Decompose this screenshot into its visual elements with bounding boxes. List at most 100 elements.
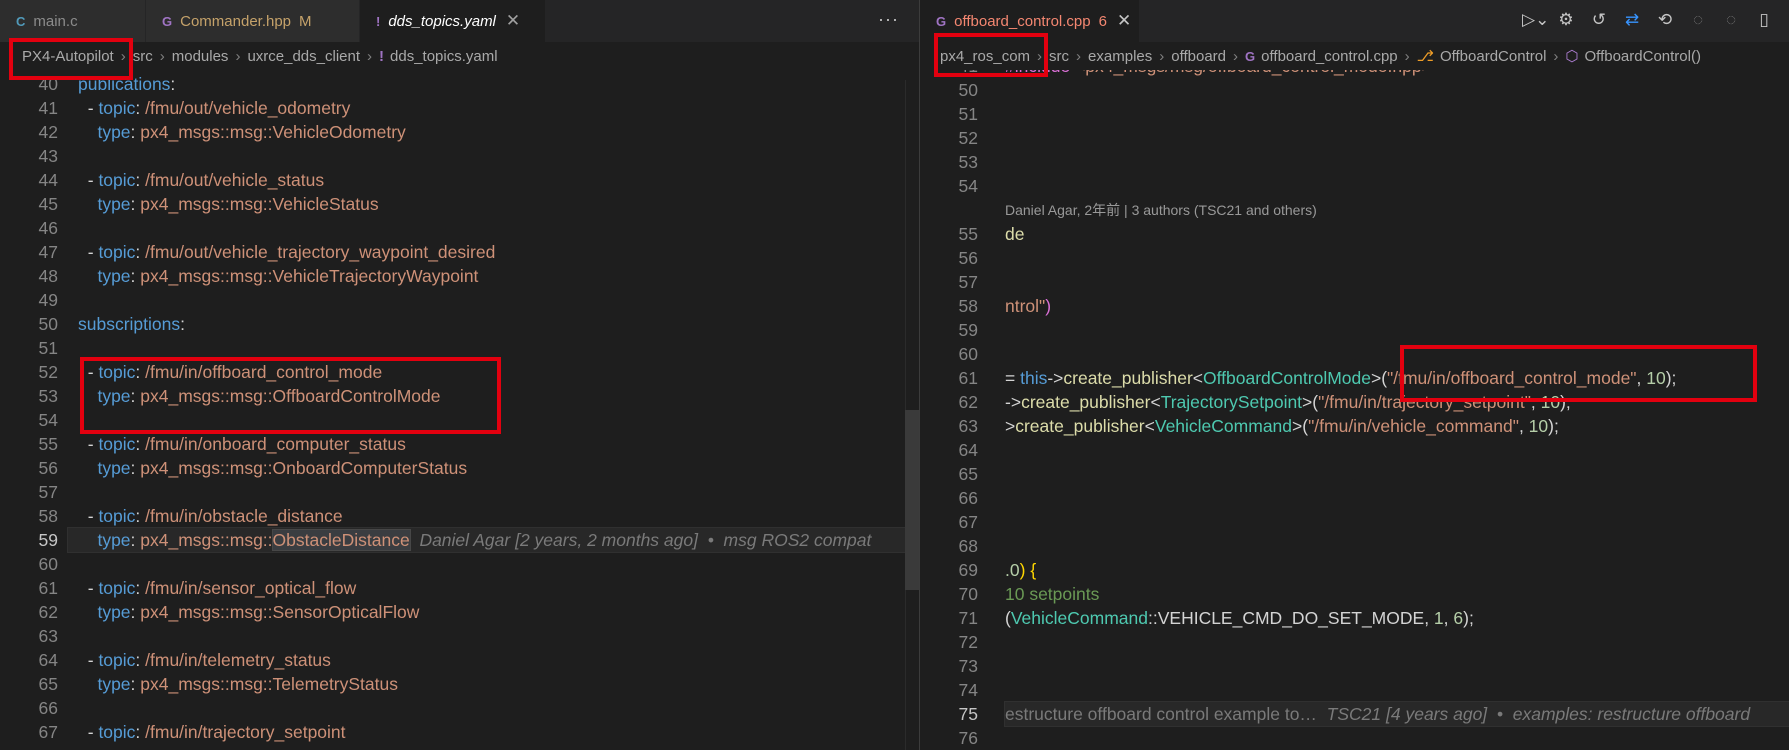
code-line[interactable]: type: px4_msgs::msg::VehicleStatus <box>78 192 919 216</box>
chevron-right-icon: › <box>1553 47 1559 65</box>
code-line[interactable]: - topic: /fmu/in/sensor_optical_flow <box>78 576 919 600</box>
chevron-right-icon: › <box>1159 47 1165 65</box>
breadcrumb-item[interactable]: src <box>1049 48 1069 65</box>
line-number: 62 <box>38 602 58 622</box>
tab-commander-hpp[interactable]: G Commander.hpp M <box>146 0 360 42</box>
code-line[interactable] <box>1005 318 1789 342</box>
code-line[interactable] <box>1005 150 1789 174</box>
code-line[interactable] <box>78 288 919 312</box>
code-line[interactable] <box>1005 462 1789 486</box>
code-line[interactable]: >create_publisher<VehicleCommand>("/fmu/… <box>1005 414 1789 438</box>
line-number: 48 <box>38 266 58 286</box>
code-line[interactable] <box>1005 678 1789 702</box>
line-number: 75 <box>958 704 978 724</box>
code-line[interactable] <box>1005 486 1789 510</box>
line-number: 44 <box>38 170 58 190</box>
tab-dds-topics-yaml[interactable]: ! dds_topics.yaml ✕ <box>360 0 546 42</box>
breadcrumb-item[interactable]: OffboardControl() <box>1585 48 1701 65</box>
line-number: 69 <box>958 560 978 580</box>
close-icon[interactable]: ✕ <box>506 11 520 31</box>
breadcrumb-item[interactable]: dds_topics.yaml <box>390 48 498 65</box>
history-icon[interactable]: ↺ <box>1588 10 1610 30</box>
run-debug-icon[interactable]: ▷⌄ <box>1522 10 1549 30</box>
breadcrumb-item[interactable]: OffboardControl <box>1440 48 1546 65</box>
code-line[interactable]: - topic: /fmu/out/vehicle_odometry <box>78 96 919 120</box>
breadcrumb-item[interactable]: offboard_control.cpp <box>1261 48 1398 65</box>
split-editor-icon[interactable]: ▯ <box>1753 10 1775 30</box>
code-line[interactable]: ntrol") <box>1005 294 1789 318</box>
code-line[interactable] <box>1005 654 1789 678</box>
close-icon[interactable]: ✕ <box>1117 11 1131 31</box>
code-line[interactable] <box>1005 726 1789 750</box>
code-lines[interactable]: #include <px4_msgs/msg/offboard_control_… <box>1004 54 1789 750</box>
code-line[interactable]: (VehicleCommand::VEHICLE_CMD_DO_SET_MODE… <box>1005 606 1789 630</box>
code-line[interactable]: subscriptions: <box>78 312 919 336</box>
git-blame-annotation: Daniel Agar [2 years, 2 months ago] • ms… <box>419 530 872 550</box>
open-changes-icon[interactable]: ⟲ <box>1654 10 1676 30</box>
line-number: 60 <box>38 554 58 574</box>
codelens-blame[interactable]: Daniel Agar, 2年前 | 3 authors (TSC21 and … <box>1005 198 1789 222</box>
code-line[interactable]: - topic: /fmu/out/vehicle_trajectory_way… <box>78 240 919 264</box>
code-line[interactable]: type: px4_msgs::msg::ObstacleDistance Da… <box>67 527 919 553</box>
code-line[interactable]: - topic: /fmu/in/telemetry_status <box>78 648 919 672</box>
code-line[interactable]: - topic: /fmu/in/obstacle_distance <box>78 504 919 528</box>
code-line[interactable]: type: px4_msgs::msg::SensorOpticalFlow <box>78 600 919 624</box>
line-number: 53 <box>958 152 978 172</box>
line-number: 61 <box>958 368 978 388</box>
line-number: 66 <box>38 698 58 718</box>
code-line[interactable]: - topic: /fmu/out/vehicle_status <box>78 168 919 192</box>
breadcrumb: PX4-Autopilot › src › modules › uxrce_dds_c… <box>0 42 919 70</box>
code-line[interactable]: de <box>1005 222 1789 246</box>
line-number: 73 <box>958 656 978 676</box>
code-line[interactable]: type: px4_msgs::msg::VehicleOdometry <box>78 120 919 144</box>
code-line[interactable] <box>78 696 919 720</box>
code-line[interactable] <box>1005 534 1789 558</box>
code-line[interactable] <box>1005 174 1789 198</box>
line-number: 50 <box>958 80 978 100</box>
code-line[interactable]: type: px4_msgs::msg::VehicleTrajectoryWa… <box>78 264 919 288</box>
line-number: 56 <box>38 458 58 478</box>
code-line[interactable]: publications: <box>78 72 919 96</box>
line-number: 59 <box>958 320 978 340</box>
chevron-right-icon: › <box>1233 47 1239 65</box>
breadcrumb-item[interactable]: uxrce_dds_client <box>247 48 360 65</box>
scrollbar-thumb[interactable] <box>905 410 919 590</box>
breadcrumb-item[interactable]: examples <box>1088 48 1152 65</box>
code-line[interactable] <box>1005 438 1789 462</box>
code-line[interactable] <box>1005 126 1789 150</box>
cpp-editor[interactable]: 4150515253545556575859606162636465666768… <box>920 56 1789 750</box>
code-line[interactable] <box>1005 510 1789 534</box>
breadcrumb-item[interactable]: offboard <box>1171 48 1226 65</box>
breadcrumb: px4_ros_com › src › examples › offboard › G … <box>920 42 1789 70</box>
class-symbol-icon: ⎇ <box>1416 48 1434 65</box>
code-line[interactable]: .0) { <box>1005 558 1789 582</box>
more-actions-icon[interactable]: ··· <box>878 9 899 30</box>
code-line[interactable] <box>78 552 919 576</box>
code-line[interactable] <box>78 144 919 168</box>
previous-change-icon[interactable]: ◌ <box>1687 10 1709 30</box>
code-line[interactable]: estructure offboard control example to… … <box>1004 701 1789 727</box>
code-line[interactable] <box>78 216 919 240</box>
code-line[interactable]: - topic: /fmu/in/trajectory_setpoint <box>78 720 919 744</box>
highlight-box-publisher-topic <box>1400 345 1757 402</box>
code-line[interactable]: 10 setpoints <box>1005 582 1789 606</box>
code-line[interactable] <box>78 624 919 648</box>
chevron-right-icon: › <box>367 47 373 65</box>
next-change-icon[interactable]: ◌ <box>1720 10 1742 30</box>
tab-main-c[interactable]: C main.c <box>0 0 146 42</box>
code-line[interactable] <box>1005 630 1789 654</box>
breadcrumb-item[interactable]: modules <box>172 48 229 65</box>
line-number: 62 <box>958 392 978 412</box>
code-line[interactable] <box>1005 246 1789 270</box>
code-line[interactable]: - topic: /fmu/in/onboard_computer_status <box>78 432 919 456</box>
code-line[interactable]: type: px4_msgs::msg::TelemetryStatus <box>78 672 919 696</box>
code-line[interactable] <box>78 480 919 504</box>
breadcrumb-item[interactable]: src <box>133 48 153 65</box>
code-line[interactable] <box>1005 78 1789 102</box>
gear-icon[interactable]: ⚙ <box>1555 10 1577 30</box>
code-line[interactable] <box>1005 102 1789 126</box>
selected-word: ObstacleDistance <box>271 529 411 551</box>
code-line[interactable]: type: px4_msgs::msg::OnboardComputerStat… <box>78 456 919 480</box>
code-line[interactable] <box>1005 270 1789 294</box>
compare-changes-icon[interactable]: ⇄ <box>1621 10 1643 30</box>
